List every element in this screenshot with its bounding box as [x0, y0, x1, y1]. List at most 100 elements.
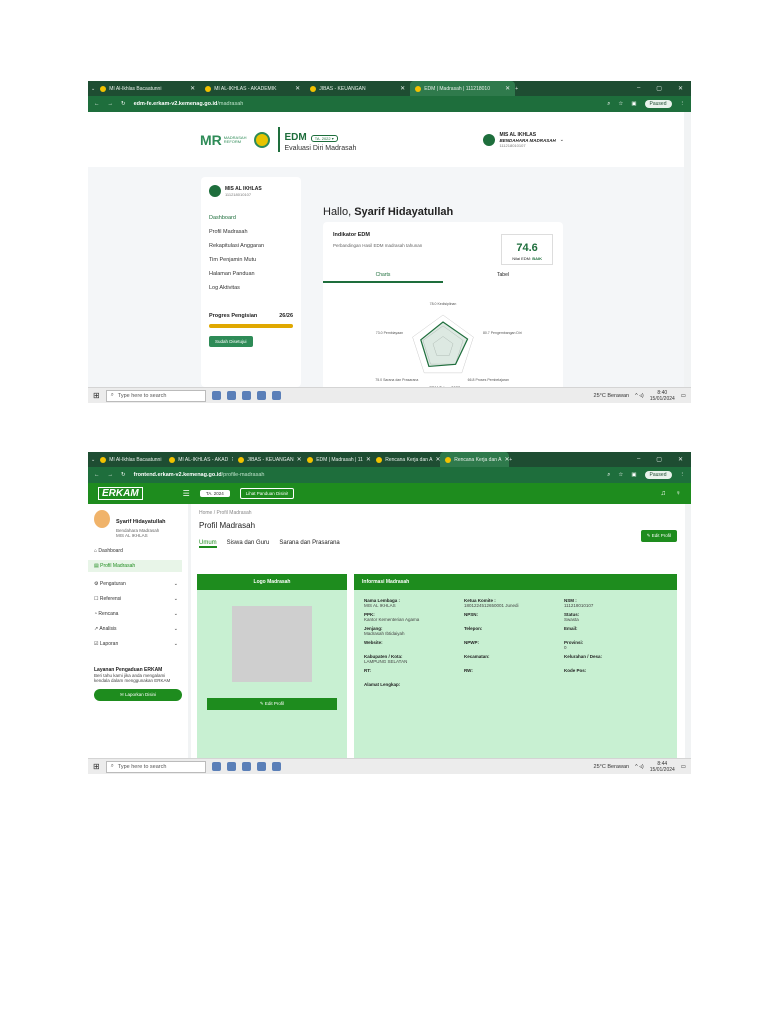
taskbar-app-icon[interactable] — [271, 762, 281, 771]
minimize-icon[interactable]: – — [637, 456, 640, 463]
tab-close-icon[interactable]: ✕ — [295, 85, 300, 92]
browser-tab[interactable]: JIBAS - KEUANGAN ✕ — [233, 452, 302, 467]
new-tab-button[interactable]: + — [515, 86, 518, 92]
notification-icon[interactable]: ▭ — [681, 764, 686, 770]
back-icon[interactable]: ← — [94, 101, 100, 107]
edm-score: 74.6 Nilai EDM: BAIK — [501, 234, 553, 265]
taskbar-app-icon[interactable] — [211, 391, 221, 400]
edit-profil-button[interactable]: ✎ Edit Profil — [640, 530, 677, 542]
sidebar-item[interactable]: Tim Penjamin Mutu — [209, 257, 293, 263]
maximize-icon[interactable]: ▢ — [656, 456, 662, 463]
radar-label: 66.8 Proses Pembelajaran — [468, 378, 509, 382]
taskbar-search[interactable]: ⌕ Type here to search — [105, 389, 206, 402]
url-field[interactable]: edm-fe.erkam-v2.kemenag.go.id/madrasah — [134, 101, 600, 107]
browser-tab[interactable]: Rencana Kerja dan A ✕ — [440, 452, 510, 467]
profile-paused-badge[interactable]: Paused — [644, 471, 672, 479]
taskbar-app-icon[interactable] — [241, 762, 251, 771]
taskbar-app-icon[interactable] — [211, 762, 221, 771]
sidebar-item[interactable]: ▤ Profil Madrasah — [88, 560, 182, 572]
sidebar-item[interactable]: ↗ Analisis ⌄ — [94, 626, 182, 632]
bookmark-star-icon[interactable]: ☆ — [618, 472, 623, 478]
profile-paused-badge[interactable]: Paused — [644, 100, 672, 108]
forward-icon[interactable]: → — [108, 101, 114, 107]
taskbar-app-icon[interactable] — [256, 391, 266, 400]
sudah-disetujui-button[interactable]: Sudah Disetujui — [209, 336, 253, 347]
sidebar-item[interactable]: ☐ Referensi ⌄ — [94, 596, 182, 602]
tab-tabel[interactable]: Tabel — [443, 272, 563, 283]
tab-close-icon[interactable]: ✕ — [190, 85, 195, 92]
lihat-panduan-button[interactable]: Lihat Panduan Disini! — [239, 488, 295, 499]
sidebar-item[interactable]: Rekapitulasi Anggaran — [209, 243, 293, 249]
tab-charts[interactable]: Charts — [323, 272, 443, 283]
sidebar-item[interactable]: ⚙ Pengaturan ⌄ — [94, 581, 182, 587]
reload-icon[interactable]: ↻ — [121, 472, 126, 478]
extensions-icon[interactable]: ▣ — [631, 472, 636, 478]
weather-status[interactable]: 25°C Berawan — [594, 764, 630, 770]
back-icon[interactable]: ← — [94, 472, 100, 478]
bell-icon[interactable]: ♫ — [661, 490, 666, 497]
forward-icon[interactable]: → — [108, 472, 114, 478]
indikator-card: Indikator EDM Perbandingan Hasil EDM mad… — [323, 222, 563, 392]
taskbar-app-icon[interactable] — [226, 762, 236, 771]
new-tab-button[interactable]: + — [509, 457, 512, 463]
browser-tab[interactable]: MI Al-Ikhlas Bacaatunni✕ — [95, 452, 164, 467]
menu-icon: ☑ — [94, 641, 99, 647]
tray-icons[interactable]: ^ ◃) — [635, 764, 644, 770]
breadcrumb-home[interactable]: Home — [199, 510, 212, 516]
windows-start-icon[interactable]: ⊞ — [93, 762, 100, 771]
maximize-icon[interactable]: ▢ — [656, 85, 662, 92]
taskbar-app-icon[interactable] — [256, 762, 266, 771]
sidebar-item[interactable]: Dashboard — [209, 215, 293, 221]
tab-close-icon[interactable]: ✕ — [400, 85, 405, 92]
browser-menu-icon[interactable]: ⋮ — [680, 101, 686, 107]
radar-label: 80.7 Pengembangan Diri — [483, 331, 522, 335]
minimize-icon[interactable]: – — [637, 85, 640, 92]
user-menu[interactable]: MIS AL IKHLAS BENDAHARA MADRASAH 1112180… — [483, 132, 564, 148]
notification-icon[interactable]: ▭ — [681, 393, 686, 399]
sidebar-item[interactable]: Log Aktivitas — [209, 285, 293, 291]
zoom-icon[interactable]: ⌕ — [607, 472, 610, 479]
url-field[interactable]: frontend.erkam-v2.kemenag.go.id/profile-… — [134, 472, 600, 478]
browser-tab[interactable]: JIBAS - KEUANGAN ✕ — [305, 81, 410, 96]
tab-close-icon[interactable]: ✕ — [505, 85, 510, 92]
browser-tab[interactable]: MI AL-IKHLAS - AKAD✕ — [164, 452, 233, 467]
taskbar-app-icon[interactable] — [271, 391, 281, 400]
user-icon[interactable]: ♀ — [676, 490, 681, 497]
taskbar-app-icon[interactable] — [241, 391, 251, 400]
taskbar-clock[interactable]: 8:44 15/01/2024 — [650, 761, 675, 773]
extensions-icon[interactable]: ▣ — [631, 101, 636, 107]
taskbar-app-icon[interactable] — [226, 391, 236, 400]
sidebar-item[interactable]: ☑ Laporan ⌄ — [94, 641, 182, 647]
edit-profil-button-2[interactable]: ✎ Edit Profil — [207, 698, 337, 710]
browser-tab[interactable]: MI AL-IKHLAS - AKADEMIK ✕ — [200, 81, 305, 96]
sidebar-item[interactable]: Profil Madrasah — [209, 229, 293, 235]
bookmark-star-icon[interactable]: ☆ — [618, 101, 623, 107]
windows-start-icon[interactable]: ⊞ — [93, 391, 100, 400]
tab-inner[interactable]: Umum — [199, 540, 217, 548]
weather-status[interactable]: 25°C Berawan — [594, 393, 630, 399]
close-icon[interactable]: ✕ — [678, 85, 683, 92]
browser-tab[interactable]: MI Al-Ikhlas Bacaatunni✕ — [95, 81, 200, 96]
tray-icons[interactable]: ^ ◃) — [635, 393, 644, 399]
tab-inner[interactable]: Sarana dan Prasarana — [279, 540, 339, 548]
taskbar-search[interactable]: ⌕ Type here to search — [105, 760, 206, 773]
sidebar-item[interactable]: Halaman Panduan — [209, 271, 293, 277]
laporkan-button[interactable]: ✉ Laporkan Disini — [94, 689, 182, 701]
zoom-icon[interactable]: ⌕ — [607, 101, 610, 108]
close-icon[interactable]: ✕ — [678, 456, 683, 463]
sidebar-item[interactable]: ◔ Rencana ⌄ — [94, 611, 182, 617]
browser-tab[interactable]: EDM | Madrasah | 11 ✕ — [302, 452, 371, 467]
browser-tab[interactable]: Rencana Kerja dan A ✕ — [371, 452, 440, 467]
ta-select[interactable]: TA. 2024 — [199, 490, 230, 497]
reload-icon[interactable]: ↻ — [121, 101, 126, 107]
tab-inner[interactable]: Siswa dan Guru — [227, 540, 270, 548]
menu-toggle-icon[interactable]: ☰ — [183, 489, 190, 498]
browser-menu-icon[interactable]: ⋮ — [680, 472, 686, 478]
tab-close-icon[interactable]: ✕ — [297, 456, 302, 463]
taskbar-clock[interactable]: 8:40 15/01/2024 — [650, 390, 675, 402]
tab-favicon-icon — [205, 85, 212, 92]
browser-tab[interactable]: EDM | Madrasah | 111218010 ✕ — [410, 81, 516, 96]
tab-close-icon[interactable]: ✕ — [366, 456, 371, 463]
sidebar-item[interactable]: ⌂ Dashboard — [94, 548, 182, 554]
ta-select[interactable]: TA. 2022 ▾ — [310, 135, 338, 142]
